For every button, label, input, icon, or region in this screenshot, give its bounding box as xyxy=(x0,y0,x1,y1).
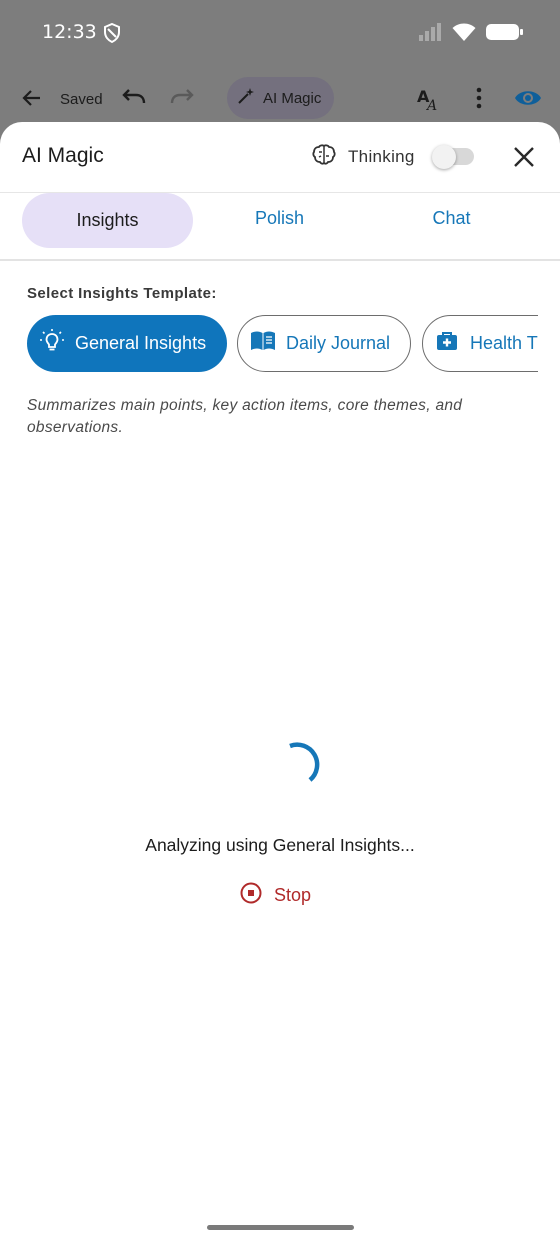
close-icon[interactable] xyxy=(512,145,536,174)
ai-magic-sheet: AI Magic Thinking Insights Polish Chat S… xyxy=(0,122,560,1244)
thinking-label: Thinking xyxy=(348,147,415,166)
undo-icon[interactable] xyxy=(120,87,146,109)
medical-kit-icon xyxy=(436,330,458,357)
tab-insights[interactable]: Insights xyxy=(22,193,193,248)
template-chips: General Insights Daily Journal Health T xyxy=(0,315,538,373)
template-chip-label: General Insights xyxy=(75,333,207,353)
template-chip-daily-journal[interactable]: Daily Journal xyxy=(237,315,411,372)
template-chip-general-insights[interactable]: General Insights xyxy=(27,315,227,372)
tab-chat[interactable]: Chat xyxy=(366,191,537,246)
thinking-toggle[interactable] xyxy=(432,145,474,169)
status-time: 12:33 xyxy=(42,21,97,43)
analyzing-message: Analyzing using General Insights... xyxy=(145,835,415,855)
template-chip-label: Daily Journal xyxy=(286,333,391,353)
template-description: Summarizes main points, key action items… xyxy=(27,397,463,436)
saved-status: Saved xyxy=(60,91,103,108)
app-toolbar: Saved AI Magic AA xyxy=(0,66,560,128)
battery-icon xyxy=(486,22,524,47)
cellular-signal-icon xyxy=(418,23,442,46)
lightbulb-icon xyxy=(39,328,65,359)
eye-icon[interactable] xyxy=(514,88,542,108)
wifi-icon xyxy=(452,22,476,47)
template-section-label: Select Insights Template: xyxy=(27,285,217,302)
status-bar: 12:33 xyxy=(0,0,560,66)
redo-icon[interactable] xyxy=(170,87,196,109)
toggle-knob xyxy=(432,145,456,169)
tab-polish[interactable]: Polish xyxy=(194,191,365,246)
template-chip-label: Health T xyxy=(470,333,538,353)
shield-icon xyxy=(103,22,121,48)
font-style-icon[interactable]: AA xyxy=(416,86,442,112)
ai-magic-button[interactable]: AI Magic xyxy=(227,77,334,119)
svg-text:A: A xyxy=(425,98,437,112)
ai-magic-label: AI Magic xyxy=(263,89,322,107)
template-chip-health[interactable]: Health T xyxy=(422,315,538,372)
sheet-title: AI Magic xyxy=(22,144,104,167)
stop-button[interactable]: Stop xyxy=(240,882,311,909)
home-indicator[interactable] xyxy=(207,1225,354,1230)
book-icon xyxy=(250,330,276,357)
back-arrow-icon[interactable] xyxy=(20,86,44,110)
tabs-divider xyxy=(0,259,560,261)
stop-circle-icon xyxy=(240,882,262,909)
stop-label: Stop xyxy=(274,885,312,905)
brain-icon xyxy=(312,144,336,171)
loading-spinner xyxy=(276,742,324,795)
tab-bar: Insights Polish Chat xyxy=(0,193,560,259)
magic-wand-icon xyxy=(237,87,255,109)
more-vert-icon[interactable] xyxy=(470,86,488,110)
